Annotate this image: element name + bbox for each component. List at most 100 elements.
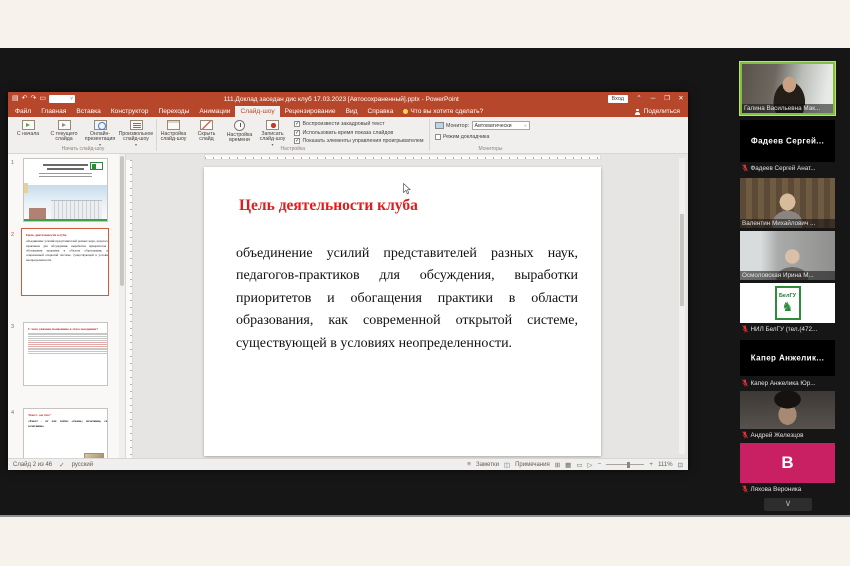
thumbnail-slide-3[interactable]: С чего связано появление в этом заседани… (23, 322, 108, 386)
checkbox-play-narrations[interactable]: ✓ Воспроизвести закадровый текст (294, 121, 424, 127)
participant-label: Ляхова Вероника (742, 485, 835, 493)
restore-button[interactable]: ❐ (660, 92, 674, 106)
thumbnail-scrollbar[interactable] (119, 154, 125, 458)
group-monitors: Монитор: Автоматически ˅ Режим докладчик… (430, 117, 552, 153)
participant-initial-tile[interactable]: В (740, 443, 835, 483)
spellcheck-icon[interactable]: ✓ (59, 461, 64, 469)
thumb-number-2: 2 (11, 232, 14, 238)
undo-icon[interactable]: ↶ (22, 92, 28, 106)
participant-label: Андрей Железцов (742, 431, 835, 439)
thumb-number-1: 1 (11, 160, 14, 166)
tab-animations[interactable]: Анимации (194, 106, 235, 117)
powerpoint-window: ▤ ↶ ↷ ▭ ˅ 111.Доклад заседан дис клуб 17… (8, 92, 688, 470)
muted-mic-icon (742, 485, 748, 493)
sign-in-button[interactable]: Вход (608, 95, 628, 103)
participant-label: Капер Анжелика Юр... (742, 379, 835, 387)
thumbnail-slide-1[interactable] (23, 158, 108, 222)
meeting-stage: ▤ ↶ ↷ ▭ ˅ 111.Доклад заседан дис клуб 17… (0, 48, 850, 517)
comments-toggle[interactable]: Примечания (515, 462, 550, 468)
redo-icon[interactable]: ↷ (31, 92, 37, 106)
body-text-bars (28, 348, 108, 354)
tab-home[interactable]: Главная (36, 106, 71, 117)
scrollbar-thumb[interactable] (120, 156, 124, 286)
fit-to-window-icon[interactable]: ⊡ (678, 461, 683, 469)
slideshow-view-icon[interactable]: ▷ (587, 461, 592, 469)
subtitle-text-bars (39, 173, 92, 179)
mouse-cursor (402, 183, 411, 195)
tab-design[interactable]: Конструктор (106, 106, 154, 117)
checkbox-use-timings[interactable]: ✓ Использовать время показа слайдов (294, 130, 424, 136)
minimize-button[interactable]: ─ (646, 92, 660, 106)
participant-video-tile[interactable] (740, 391, 835, 429)
participant-name-tile[interactable]: Капер Анжелик... (740, 340, 835, 376)
lightbulb-icon (403, 109, 408, 114)
slide-body-text[interactable]: объединение усилий представителей разных… (236, 243, 578, 355)
save-icon[interactable]: ▤ (12, 92, 19, 106)
hide-slide-icon (200, 120, 213, 130)
screenshot-frame: ▤ ↶ ↷ ▭ ˅ 111.Доклад заседан дис клуб 17… (0, 0, 850, 566)
close-button[interactable]: ✕ (674, 92, 688, 106)
status-bar: Слайд 2 из 46 ✓ русский ≡ Заметки ◫ Прим… (8, 458, 688, 470)
start-slideshow-icon[interactable]: ▭ (39, 92, 46, 106)
zoom-out-icon[interactable]: − (597, 461, 601, 468)
thumbnail-slide-2-selected[interactable]: Цель деятельности клуба объединение усил… (21, 228, 109, 296)
thumb-slide-title: Текст- он что? (28, 413, 108, 417)
participant-video-tile[interactable]: Галина Васильевна Мак... (740, 62, 835, 115)
group-label: Начать слайд-шоу (10, 146, 156, 152)
ribbon-options-icon[interactable]: ⌃ (632, 92, 646, 106)
slide-canvas[interactable]: Цель деятельности клуба объединение усил… (204, 167, 601, 456)
tab-slideshow[interactable]: Слайд-шоу (235, 106, 279, 117)
muted-mic-icon (742, 431, 748, 439)
tab-review[interactable]: Рецензирование (280, 106, 341, 117)
participant-video-tile[interactable]: Осмоловская Ирина М... (740, 231, 835, 280)
participant-name-tile[interactable]: Фадеев Сергей... (740, 120, 835, 162)
tell-me-box[interactable]: Что вы хотите сделать? (398, 106, 488, 117)
participant-logo-tile[interactable]: БелГУ ♞ (740, 283, 835, 323)
tab-transitions[interactable]: Переходы (153, 106, 194, 117)
tab-view[interactable]: Вид (341, 106, 363, 117)
checkbox-unchecked-icon (435, 134, 441, 140)
participants-panel: Галина Васильевна Мак... Фадеев Сергей..… (740, 62, 835, 516)
editing-area: 1 2 (8, 154, 688, 458)
more-participants-button[interactable]: ∨ (764, 498, 812, 511)
tell-me-label: Что вы хотите сделать? (410, 108, 483, 115)
share-button[interactable]: Поделиться (635, 106, 688, 117)
reading-view-icon[interactable]: ▭ (576, 461, 582, 469)
group-start-slideshow: С начала С текущего слайда Онлайн-презен… (10, 117, 156, 153)
window-title: 111.Доклад заседан дис клуб 17.03.2023 [… (75, 96, 608, 103)
language-indicator[interactable]: русский (72, 462, 94, 468)
ribbon: С начала С текущего слайда Онлайн-презен… (8, 117, 688, 154)
title-text-bar (43, 164, 89, 166)
checkbox-presenter-view[interactable]: Режим докладчика (435, 134, 552, 140)
slide-title[interactable]: Цель деятельности клуба (239, 197, 418, 215)
tab-insert[interactable]: Вставка (71, 106, 106, 117)
zoom-slider[interactable] (606, 464, 644, 465)
normal-view-icon[interactable]: ⊞ (555, 461, 560, 469)
slide-sorter-icon[interactable]: ▦ (565, 461, 571, 469)
thumbnail-slide-4[interactable]: Текст- он что? «Текст - от лат. textus «… (23, 408, 108, 458)
muted-mic-icon (742, 379, 748, 387)
checkbox-checked-icon: ✓ (294, 130, 300, 136)
checkbox-show-media-controls[interactable]: ✓ Показать элементы управления проигрыва… (294, 138, 424, 144)
participant-label: НИЛ БелГУ (тел.(472... (742, 325, 835, 333)
ribbon-tabs: Файл Главная Вставка Конструктор Переход… (8, 106, 688, 117)
monitor-dropdown[interactable]: Автоматически ˅ (472, 121, 530, 130)
vertical-ruler (126, 160, 133, 458)
qat-combobox[interactable]: ˅ (49, 95, 75, 103)
participant-video-tile[interactable]: Валентин Михайлович ... (740, 178, 835, 228)
zoom-level[interactable]: 111% (658, 462, 672, 468)
tab-file[interactable]: Файл (10, 106, 36, 117)
thumb-slide-body: объединение усилий представителей разных… (26, 239, 109, 262)
window-controls: Вход ⌃ ─ ❐ ✕ (608, 92, 688, 106)
tab-help[interactable]: Справка (363, 106, 399, 117)
belgu-logo: БелГУ ♞ (775, 286, 801, 320)
zoom-slider-knob[interactable] (627, 462, 630, 468)
slide-scrollbar[interactable] (679, 158, 685, 454)
scrollbar-thumb[interactable] (680, 214, 684, 306)
notes-toggle[interactable]: Заметки (476, 462, 499, 468)
letterbox-top (0, 0, 850, 48)
monitor-icon (435, 122, 444, 129)
person-icon (635, 109, 641, 115)
title-bar: ▤ ↶ ↷ ▭ ˅ 111.Доклад заседан дис клуб 17… (8, 92, 688, 106)
zoom-in-icon[interactable]: + (649, 461, 653, 468)
